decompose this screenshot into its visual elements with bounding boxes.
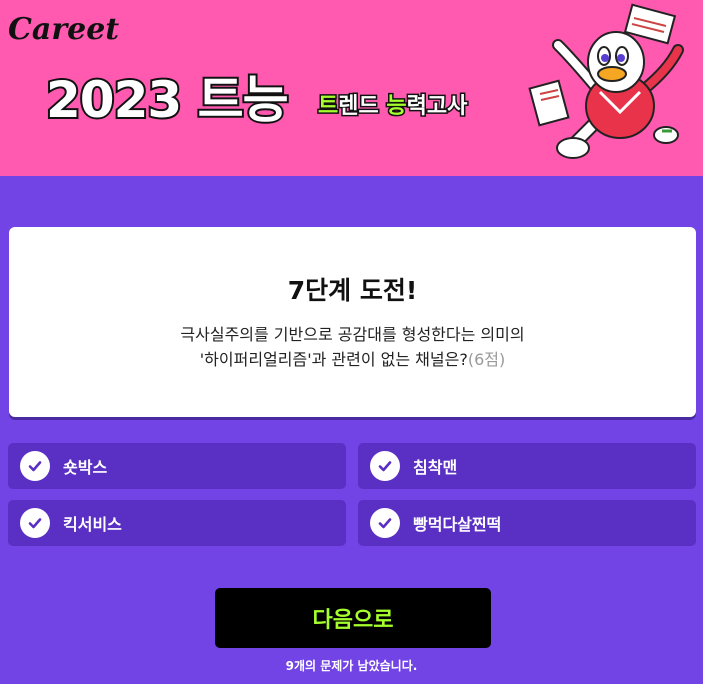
- subtitle-highlight-1: 트: [316, 93, 339, 121]
- check-circle-icon: [370, 508, 400, 538]
- answer-option-1[interactable]: 숏박스: [8, 443, 346, 489]
- answer-option-label: 숏박스: [63, 458, 108, 477]
- next-button[interactable]: 다음으로: [215, 588, 491, 648]
- subtitle-text-2: 력고사: [405, 93, 469, 121]
- page-title: 2023 트능: [44, 69, 291, 131]
- answer-option-label: 침착맨: [413, 458, 458, 477]
- answer-option-label: 빵먹다살찐떡: [413, 515, 502, 534]
- duck-mascot-illustration: [528, 3, 684, 159]
- question-card: 7단계 도전! 극사실주의를 기반으로 공감대를 형성한다는 의미의 '하이퍼리…: [9, 227, 696, 417]
- question-line-1: 극사실주의를 기반으로 공감대를 형성한다는 의미의: [180, 325, 525, 344]
- header-banner: Careet 2023 트능 트렌드 능력고사: [0, 0, 703, 176]
- remaining-questions-text: 9개의 문제가 남았습니다.: [285, 659, 418, 673]
- stage-title: 7단계 도전!: [287, 276, 418, 305]
- subtitle-highlight-2: 능: [385, 93, 408, 121]
- answer-option-label: 킥서비스: [63, 515, 122, 534]
- answer-option-3[interactable]: 킥서비스: [8, 500, 346, 546]
- question-line-2: '하이퍼리얼리즘'과 관련이 없는 채널은?(6점): [9, 347, 696, 372]
- page-subtitle: 트렌드 능력고사: [316, 88, 469, 121]
- check-circle-icon: [20, 508, 50, 538]
- answer-option-4[interactable]: 빵먹다살찐떡: [358, 500, 696, 546]
- check-circle-icon: [370, 451, 400, 481]
- subtitle-text-1: 렌드: [337, 93, 387, 121]
- question-line-2-text: '하이퍼리얼리즘'과 관련이 없는 채널은?: [199, 350, 468, 369]
- check-circle-icon: [20, 451, 50, 481]
- question-text: 극사실주의를 기반으로 공감대를 형성한다는 의미의 '하이퍼리얼리즘'과 관련…: [9, 322, 696, 372]
- answer-option-2[interactable]: 침착맨: [358, 443, 696, 489]
- question-points: (6점): [467, 350, 506, 369]
- careet-logo[interactable]: Careet: [8, 12, 119, 47]
